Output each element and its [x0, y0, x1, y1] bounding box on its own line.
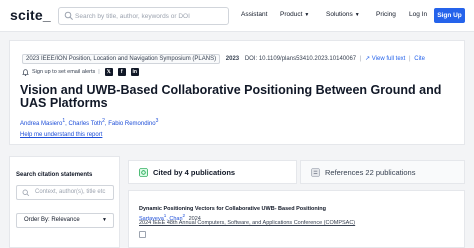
signup-button[interactable]: Sign Up: [434, 8, 465, 23]
citing-publications-list: Dynamic Positioning Vectors for Collabor…: [128, 190, 465, 248]
paper-title: Vision and UWB-Based Collaborative Posit…: [20, 83, 442, 110]
nav-solutions[interactable]: Solutions ▼: [326, 11, 360, 18]
publication-year: 2023: [225, 56, 240, 62]
search-icon: [64, 11, 73, 20]
context-search-input[interactable]: Context, author(s), title etc: [16, 185, 114, 200]
scite-logo[interactable]: scite_: [10, 7, 51, 23]
tab-references[interactable]: References 22 publications: [300, 160, 465, 184]
result-title[interactable]: Dynamic Positioning Vectors for Collabor…: [139, 206, 326, 212]
search-icon: [22, 189, 30, 197]
citation-tabs: Cited by 4 publications References 22 pu…: [128, 160, 465, 184]
references-icon: [311, 167, 320, 177]
chevron-down-icon: ▼: [354, 12, 360, 18]
author-link[interactable]: Fabio Remondino3: [108, 118, 158, 127]
quote-icon: [139, 167, 148, 177]
external-link-icon: ↗: [365, 56, 372, 62]
author-list: Andrea Masiero1, Charles Toth2, Fabio Re…: [20, 118, 159, 127]
tab-cited-by[interactable]: Cited by 4 publications: [128, 160, 297, 184]
nav-assistant[interactable]: Assistant: [241, 11, 267, 18]
paper-meta-row: 2023 IEEE/ION Position, Location and Nav…: [22, 54, 425, 64]
linkedin-icon[interactable]: in: [130, 68, 139, 76]
separator: |: [98, 69, 100, 75]
nav-login[interactable]: Log In: [409, 11, 427, 18]
venue-badge[interactable]: 2023 IEEE/ION Position, Location and Nav…: [22, 54, 221, 64]
result-checkbox[interactable]: [139, 231, 146, 238]
bell-icon[interactable]: [22, 68, 29, 76]
author-link[interactable]: Charles Toth2: [68, 118, 104, 127]
separator: |: [409, 56, 411, 62]
citation-search-heading: Search citation statements: [16, 172, 93, 178]
nav-product[interactable]: Product ▼: [280, 11, 309, 18]
facebook-icon[interactable]: f: [117, 68, 126, 76]
view-full-text-link[interactable]: ↗ View full text: [365, 56, 405, 62]
chevron-down-icon: ▼: [102, 217, 107, 223]
search-input[interactable]: [75, 9, 225, 23]
alert-row: Sign up to set email alerts | 𝕏 f in: [22, 68, 139, 76]
separator: |: [359, 56, 362, 62]
help-understand-link[interactable]: Help me understand this report: [20, 132, 102, 138]
search-box[interactable]: [58, 7, 229, 25]
result-venue[interactable]: 2024 IEEE 48th Annual Computers, Softwar…: [139, 220, 355, 226]
top-navigation-bar: scite_ Assistant Product▼ Solutions▼ Pri…: [0, 0, 474, 32]
cite-link[interactable]: Cite: [414, 56, 425, 62]
order-by-select[interactable]: Order By: Relevance ▼: [16, 213, 114, 228]
citation-search-panel: Search citation statements Context, auth…: [9, 156, 120, 248]
nav-pricing[interactable]: Pricing: [376, 11, 396, 18]
chevron-down-icon: ▼: [304, 12, 310, 18]
paper-header-card: 2023 IEEE/ION Position, Location and Nav…: [9, 40, 465, 145]
doi-text[interactable]: DOI: 10.1109/plans53410.2023.10140067: [245, 56, 356, 62]
twitter-icon[interactable]: 𝕏: [104, 68, 113, 76]
email-alert-link[interactable]: Sign up to set email alerts: [32, 69, 95, 75]
author-link[interactable]: Andrea Masiero1: [20, 118, 65, 127]
